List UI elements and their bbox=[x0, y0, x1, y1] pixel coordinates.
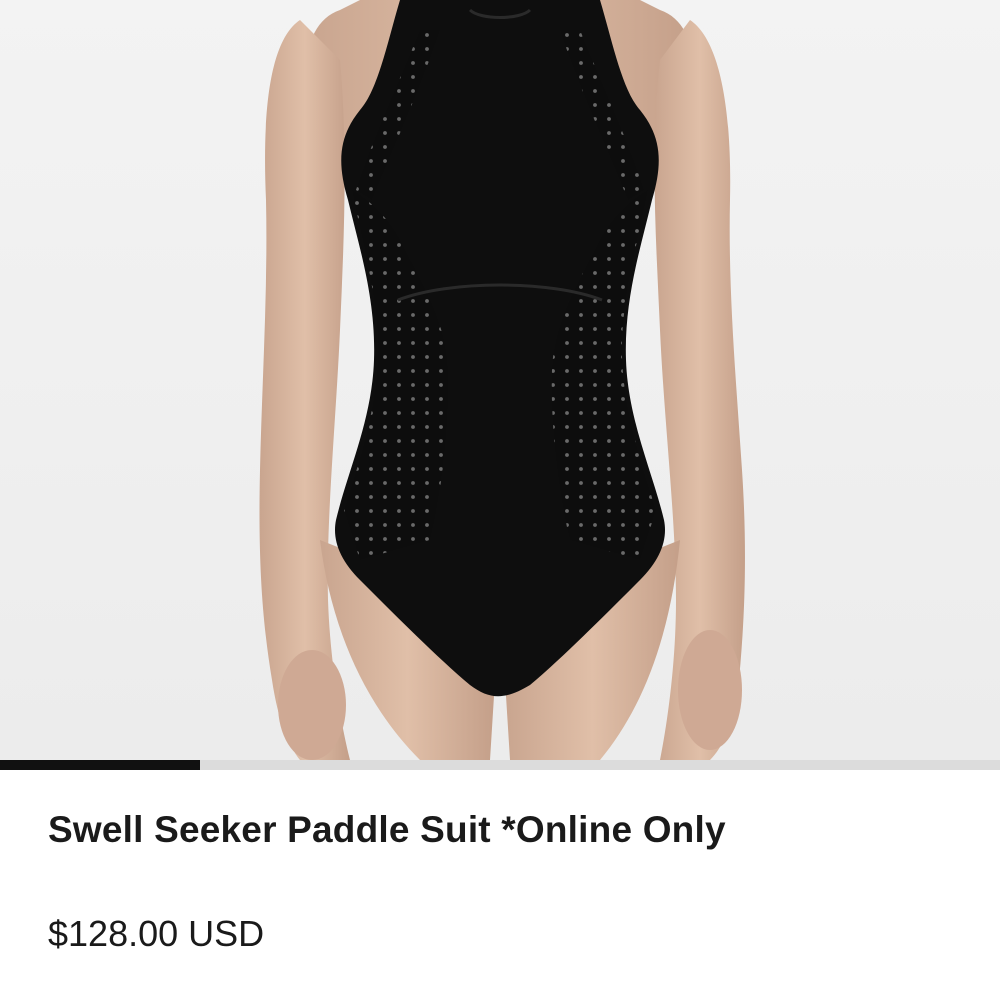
carousel-progress-bar bbox=[0, 760, 1000, 770]
product-image-carousel[interactable] bbox=[0, 0, 1000, 760]
carousel-progress-fill bbox=[0, 760, 200, 770]
product-title[interactable]: Swell Seeker Paddle Suit *Online Only bbox=[48, 808, 952, 852]
product-price: $128.00 USD bbox=[48, 913, 265, 954]
product-page: Swell Seeker Paddle Suit *Online Only $1… bbox=[0, 0, 1000, 1000]
right-hand bbox=[678, 630, 742, 750]
product-info: Swell Seeker Paddle Suit *Online Only $1… bbox=[48, 770, 952, 956]
product-photo bbox=[0, 0, 1000, 760]
left-hand bbox=[278, 650, 346, 760]
